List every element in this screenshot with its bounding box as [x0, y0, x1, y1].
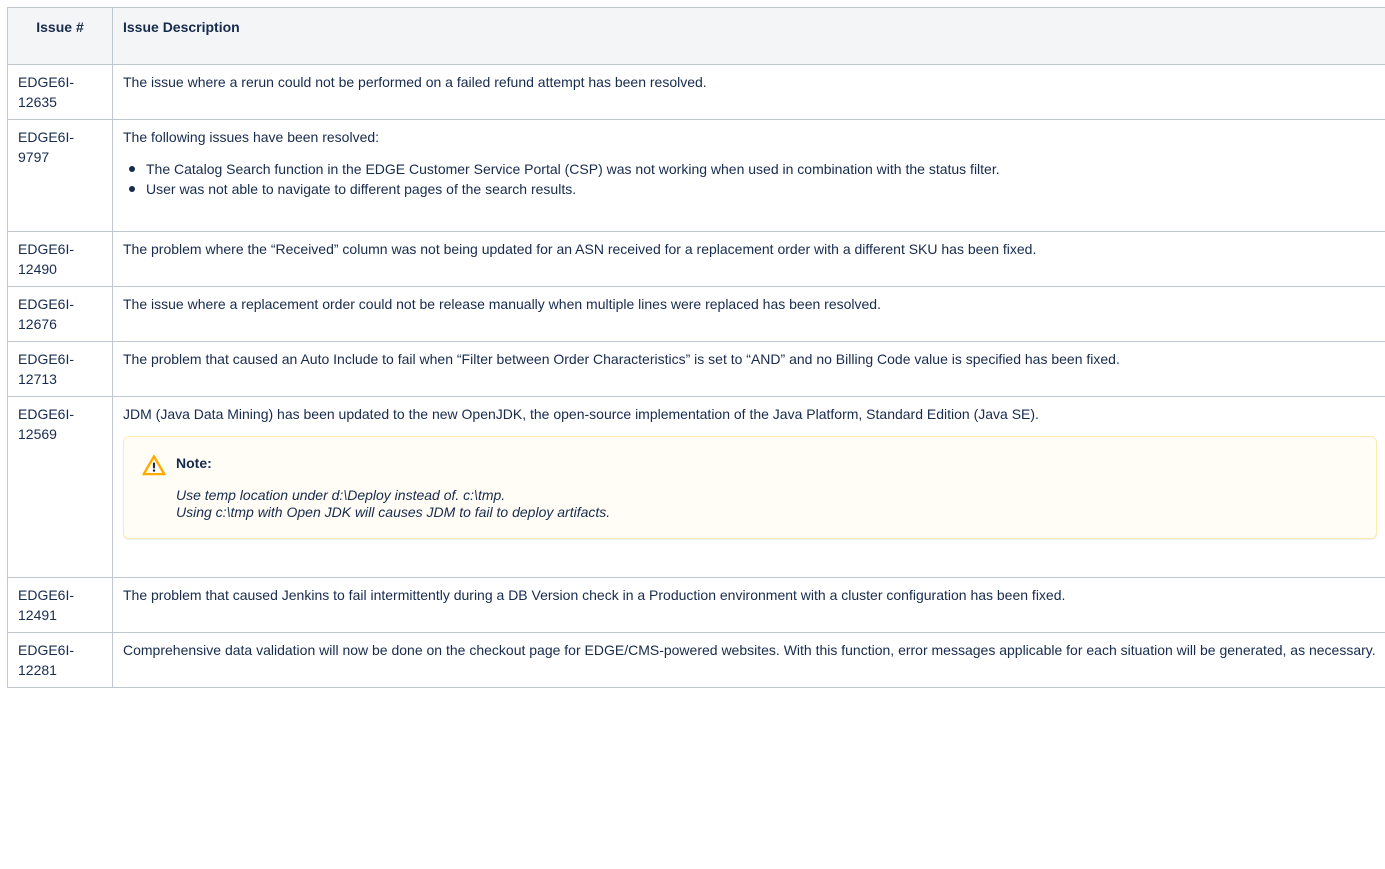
issue-id-number: 12635	[18, 94, 57, 110]
issue-description: The problem that caused Jenkins to fail …	[112, 577, 1385, 633]
issue-description: The issue where a rerun could not be per…	[112, 64, 1385, 120]
issue-description: Comprehensive data validation will now b…	[112, 632, 1385, 688]
issue-id-number: 12676	[18, 316, 57, 332]
table-row: EDGE6I- 12281 Comprehensive data validat…	[7, 632, 1385, 688]
issue-id-prefix: EDGE6I-	[18, 241, 75, 257]
issues-table: Issue # Issue Description EDGE6I- 12635 …	[7, 7, 1385, 688]
issue-description-text: The problem where the “Received” column …	[123, 241, 1037, 257]
issue-id-prefix: EDGE6I-	[18, 587, 75, 603]
issue-id-number: 12281	[18, 662, 57, 678]
issue-id: EDGE6I- 12713	[7, 341, 113, 397]
table-row: EDGE6I- 12676 The issue where a replacem…	[7, 286, 1385, 342]
issue-id: EDGE6I- 12490	[7, 231, 113, 287]
issue-description-text: The following issues have been resolved:	[123, 129, 380, 145]
page: Issue # Issue Description EDGE6I- 12635 …	[0, 0, 1385, 869]
issue-description-text: The problem that caused Jenkins to fail …	[123, 587, 1066, 603]
issue-description-text: Comprehensive data validation will now b…	[123, 642, 1376, 658]
note-line: Use temp location under d:\Deploy instea…	[176, 487, 506, 503]
table-row: EDGE6I- 12491 The problem that caused Je…	[7, 577, 1385, 633]
issue-id-prefix: EDGE6I-	[18, 351, 75, 367]
list-item: The Catalog Search function in the EDGE …	[129, 159, 1377, 179]
issue-id-number: 12491	[18, 607, 57, 623]
issue-description: JDM (Java Data Mining) has been updated …	[112, 396, 1385, 578]
header-issue-number: Issue #	[7, 7, 113, 65]
note-body: Use temp location under d:\Deploy instea…	[176, 481, 1360, 521]
table-row: EDGE6I- 12490 The problem where the “Rec…	[7, 231, 1385, 287]
issue-id: EDGE6I- 12635	[7, 64, 113, 120]
issue-description-text: JDM (Java Data Mining) has been updated …	[123, 406, 1039, 422]
table-row: EDGE6I- 12635 The issue where a rerun co…	[7, 64, 1385, 120]
issue-id-prefix: EDGE6I-	[18, 74, 75, 90]
issue-id: EDGE6I- 12676	[7, 286, 113, 342]
note-title: Note:	[176, 455, 212, 471]
warning-icon	[142, 454, 166, 476]
header-issue-description: Issue Description	[112, 7, 1385, 65]
issue-description: The problem where the “Received” column …	[112, 231, 1385, 287]
issue-id-number: 12569	[18, 426, 57, 442]
issue-id-number: 12490	[18, 261, 57, 277]
issue-description: The following issues have been resolved:…	[112, 119, 1385, 232]
issue-id: EDGE6I- 9797	[7, 119, 113, 232]
issue-id-number: 9797	[18, 149, 50, 165]
note-panel: Note: Use temp location under d:\Deploy …	[123, 436, 1377, 539]
table-row: EDGE6I- 9797 The following issues have b…	[7, 119, 1385, 232]
issue-description-text: The issue where a rerun could not be per…	[123, 74, 707, 90]
list-item: User was not able to navigate to differe…	[129, 179, 1377, 199]
note-line: Using c:\tmp with Open JDK will causes J…	[176, 504, 611, 520]
issue-id-prefix: EDGE6I-	[18, 296, 75, 312]
issue-id: EDGE6I- 12281	[7, 632, 113, 688]
table-row: EDGE6I- 12713 The problem that caused an…	[7, 341, 1385, 397]
issue-id-prefix: EDGE6I-	[18, 642, 75, 658]
table-row: EDGE6I- 12569 JDM (Java Data Mining) has…	[7, 396, 1385, 578]
issue-description-text: The problem that caused an Auto Include …	[123, 351, 1120, 367]
issue-description: The problem that caused an Auto Include …	[112, 341, 1385, 397]
resolved-issues-list: The Catalog Search function in the EDGE …	[123, 159, 1377, 199]
issue-id: EDGE6I- 12491	[7, 577, 113, 633]
issue-id: EDGE6I- 12569	[7, 396, 113, 578]
issue-description-text: The issue where a replacement order coul…	[123, 296, 881, 312]
issue-id-number: 12713	[18, 371, 57, 387]
issue-description: The issue where a replacement order coul…	[112, 286, 1385, 342]
table-header-row: Issue # Issue Description	[7, 7, 1385, 65]
issue-id-prefix: EDGE6I-	[18, 406, 75, 422]
issue-id-prefix: EDGE6I-	[18, 129, 75, 145]
